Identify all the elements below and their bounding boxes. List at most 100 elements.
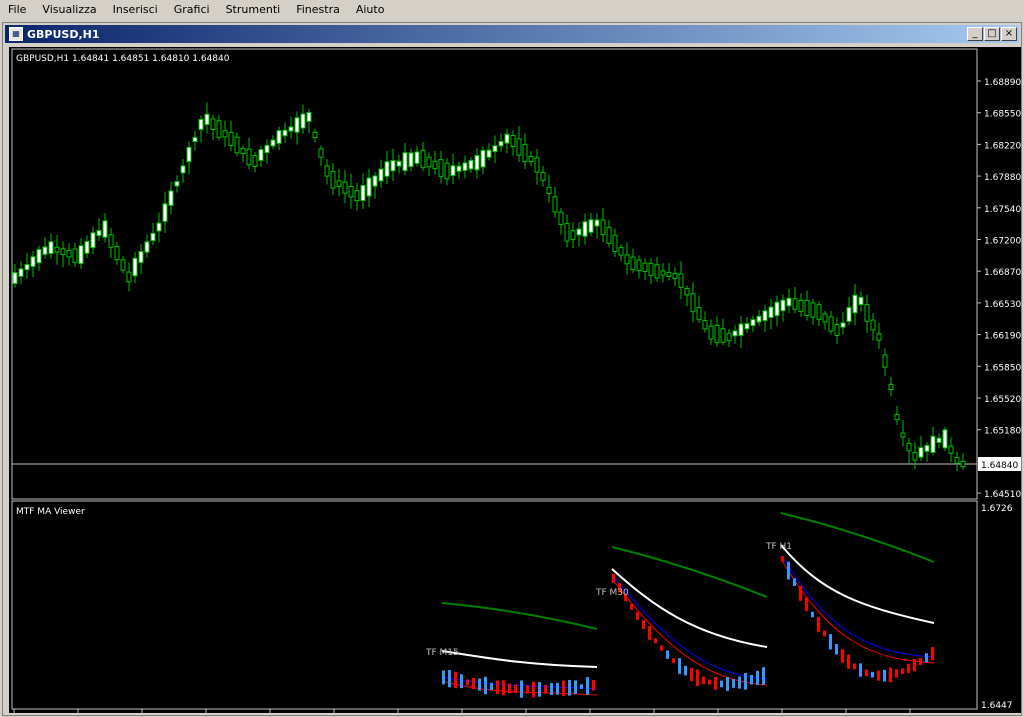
mtf-candle — [472, 677, 475, 690]
candle-body — [720, 328, 726, 343]
candle-body — [192, 136, 198, 143]
candle-body — [444, 162, 450, 180]
candle-body — [564, 223, 570, 242]
indicator-frame — [11, 500, 978, 710]
menu-view[interactable]: Visualizza — [34, 0, 104, 20]
candle-body — [492, 145, 498, 153]
candle-body — [738, 323, 744, 337]
candle-body — [312, 131, 318, 139]
candle-body — [246, 148, 252, 166]
candle-body — [402, 152, 408, 172]
candle-body — [684, 287, 690, 296]
menu-insert[interactable]: Inserisci — [105, 0, 166, 20]
menu-window[interactable]: Finestra — [288, 0, 348, 20]
mtf-candle — [442, 670, 445, 685]
candle-body — [660, 270, 666, 276]
mtf-candle — [568, 679, 571, 696]
candle-body — [528, 155, 534, 163]
candle-body — [84, 241, 90, 254]
mtf-candle — [520, 680, 523, 698]
mtf-candle — [895, 669, 898, 678]
candle-body — [756, 315, 762, 323]
mtf-candle — [853, 663, 856, 670]
candle-body — [240, 147, 246, 155]
candle-body — [414, 151, 420, 164]
restore-button[interactable]: □ — [984, 27, 1000, 41]
chart-header: GBPUSD,H1 1.64841 1.64851 1.64810 1.6484… — [16, 54, 230, 64]
candle-body — [354, 190, 360, 202]
menu-tools[interactable]: Strumenti — [218, 0, 289, 20]
mtf-candle — [612, 573, 615, 583]
candle-body — [396, 160, 402, 167]
candle-body — [72, 248, 78, 263]
chart-svg[interactable]: 1.68890 1.68550 1.68220 1.67880 1.67540 1.672… — [9, 47, 1021, 717]
candle-body — [156, 222, 162, 232]
candle-body — [174, 181, 180, 187]
candle-body — [888, 383, 894, 391]
candle-body — [282, 129, 288, 137]
mtf-candle — [811, 611, 814, 618]
candle-body — [18, 268, 24, 277]
candle-body — [948, 445, 954, 454]
candle-body — [654, 264, 660, 279]
fast-ma-blue — [780, 554, 935, 658]
minimize-button[interactable]: _ — [967, 27, 983, 41]
candle-body — [678, 273, 684, 288]
close-button[interactable]: × — [1001, 27, 1017, 41]
price-tick-label: 1.67540 — [984, 205, 1021, 215]
mtf-candle — [490, 682, 493, 690]
price-tick-label: 1.65850 — [984, 363, 1021, 373]
candle-body — [162, 203, 168, 222]
fast-ma-red — [780, 558, 935, 664]
candle-body — [942, 429, 948, 449]
price-tick-label: 1.66870 — [984, 268, 1021, 278]
mtf-candle — [666, 650, 669, 659]
mtf-candle — [925, 653, 928, 663]
chart-area[interactable]: 1.68890 1.68550 1.68220 1.67880 1.67540 1.672… — [9, 47, 1021, 717]
mtf-candle — [556, 682, 559, 695]
candle-body — [390, 160, 396, 172]
candle-body — [258, 149, 264, 161]
chart-window: ▦ GBPUSD,H1 _ □ × 1.68890 1.68550 1.68220 1… — [2, 22, 1022, 717]
candle-body — [468, 159, 474, 170]
mtf-candle — [877, 670, 880, 681]
mtf-candle — [484, 676, 487, 695]
candle-body — [864, 304, 870, 322]
mtf-candle — [636, 611, 639, 620]
window-titlebar[interactable]: ▦ GBPUSD,H1 _ □ × — [5, 25, 1019, 43]
mtf-candle — [847, 654, 850, 669]
candle-body — [234, 136, 240, 154]
mtf-candle — [684, 665, 687, 676]
mtf-candle — [496, 680, 499, 694]
menu-file[interactable]: File — [0, 0, 34, 20]
mtf-candle — [574, 680, 577, 695]
candle-body — [522, 143, 528, 163]
candle-body — [876, 333, 882, 341]
candle-body — [858, 296, 864, 306]
mtf-candle — [642, 620, 645, 630]
candle-body — [378, 168, 384, 182]
mtf-candle — [835, 643, 838, 655]
candle-body — [180, 165, 186, 174]
price-tick-label: 1.64510 — [984, 490, 1021, 500]
price-tick-label: 1.66530 — [984, 300, 1021, 310]
price-axis: 1.68890 1.68550 1.68220 1.67880 1.67540 1.672… — [977, 78, 1021, 500]
candle-body — [342, 181, 348, 194]
candle-body — [732, 330, 738, 337]
candle-body — [582, 221, 588, 237]
candle-body — [708, 325, 714, 340]
menu-help[interactable]: Aiuto — [348, 0, 393, 20]
candle-body — [330, 170, 336, 189]
candle-body — [186, 146, 192, 163]
candle-body — [642, 262, 648, 272]
candle-body — [36, 249, 42, 264]
menu-charts[interactable]: Grafici — [166, 0, 218, 20]
mtf-candle — [648, 626, 651, 640]
mtf-candle — [586, 677, 589, 695]
candle-body — [126, 271, 132, 283]
mid-ma-line — [441, 650, 598, 668]
mtf-candle — [448, 670, 451, 688]
mtf-candle — [550, 683, 553, 695]
candle-body — [300, 113, 306, 129]
candle-body — [702, 319, 708, 330]
